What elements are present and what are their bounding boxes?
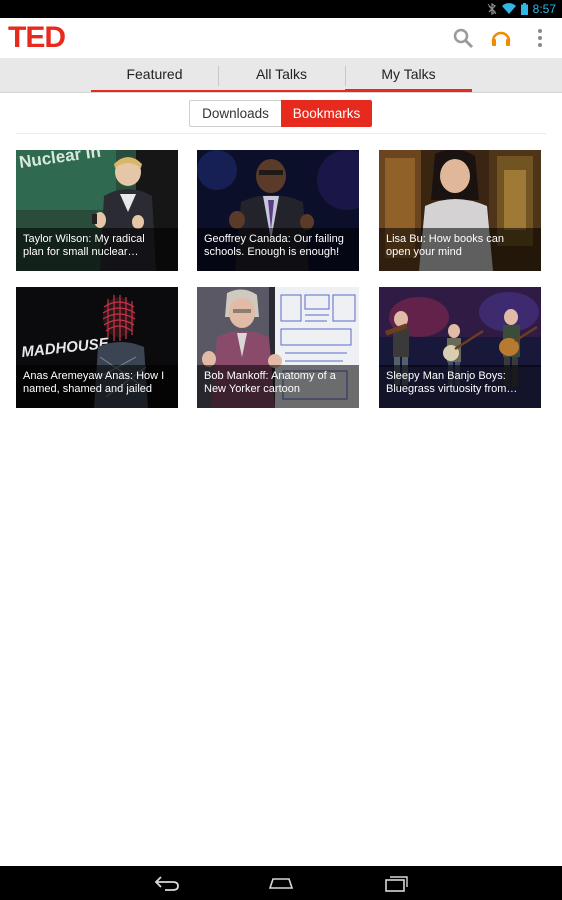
action-bar: TED <box>0 18 562 58</box>
tab-my-talks[interactable]: My Talks <box>345 58 472 92</box>
bookmarks-button[interactable]: Bookmarks <box>281 100 372 127</box>
talk-tile[interactable]: Geoffrey Canada: Our failing schools. En… <box>197 150 359 271</box>
bluetooth-off-icon <box>487 3 497 15</box>
divider <box>16 133 546 134</box>
tab-label: All Talks <box>255 66 308 82</box>
back-icon[interactable] <box>153 873 181 893</box>
tab-label: Featured <box>126 66 183 82</box>
wifi-icon <box>501 3 516 15</box>
talk-caption: Taylor Wilson: My radical plan for small… <box>16 228 178 271</box>
talk-title-line: plan for small nuclear… <box>23 246 139 258</box>
talk-title-line: named, shamed and jailed <box>23 383 153 395</box>
overflow-menu-icon[interactable] <box>528 26 552 50</box>
talk-caption: Lisa Bu: How books can open your mind <box>379 228 541 271</box>
downloads-button[interactable]: Downloads <box>189 100 281 127</box>
talk-title-line: Sleepy Man Banjo Boys: <box>386 370 506 382</box>
ted-logo[interactable]: TED <box>8 22 66 54</box>
talk-title-line: Lisa Bu: How books can <box>386 233 505 245</box>
tab-label: My Talks <box>381 65 436 82</box>
headphones-icon[interactable] <box>489 26 513 50</box>
talk-title-line: open your mind <box>386 246 462 258</box>
talk-title-line: Taylor Wilson: My radical <box>23 233 145 245</box>
downloads-bookmarks-toggle: Downloads Bookmarks <box>189 100 372 127</box>
talk-title-line: Anas Aremeyaw Anas: How I <box>23 370 165 382</box>
talk-caption: Geoffrey Canada: Our failing schools. En… <box>197 228 359 271</box>
search-icon[interactable] <box>451 26 475 50</box>
clock: 8:57 <box>532 2 556 16</box>
status-bar: 8:57 <box>0 0 562 18</box>
talk-caption: Bob Mankoff: Anatomy of a New Yorker car… <box>197 365 359 408</box>
tab-all-talks[interactable]: All Talks <box>218 58 345 92</box>
battery-icon <box>520 3 528 15</box>
talk-tile[interactable]: Bob Mankoff: Anatomy of a New Yorker car… <box>197 287 359 408</box>
talk-title-line: Bob Mankoff: Anatomy of a <box>204 370 336 382</box>
tab-bar: Featured All Talks My Talks <box>0 58 562 93</box>
talk-caption: Anas Aremeyaw Anas: How I named, shamed … <box>16 365 178 408</box>
talk-tile[interactable]: Lisa Bu: How books can open your mind <box>379 150 541 271</box>
talk-title-line: Bluegrass virtuosity from… <box>386 383 518 395</box>
status-icons: 8:57 <box>487 2 556 16</box>
talk-title-line: New Yorker cartoon <box>204 383 300 395</box>
navigation-bar <box>0 866 562 900</box>
talk-tile[interactable]: Sleepy Man Banjo Boys: Bluegrass virtuos… <box>379 287 541 408</box>
talk-title-line: schools. Enough is enough! <box>204 246 340 258</box>
home-icon[interactable] <box>267 873 295 893</box>
recent-apps-icon[interactable] <box>382 873 410 893</box>
talk-title-line: Geoffrey Canada: Our failing <box>204 233 344 245</box>
tab-featured[interactable]: Featured <box>91 58 218 92</box>
talk-tile[interactable]: MADHOUSE Anas Aremeyaw Anas: How I named… <box>16 287 178 408</box>
talk-caption: Sleepy Man Banjo Boys: Bluegrass virtuos… <box>379 365 541 408</box>
talk-tile[interactable]: Nuclear In Taylor Wilson: My radical pla… <box>16 150 178 271</box>
